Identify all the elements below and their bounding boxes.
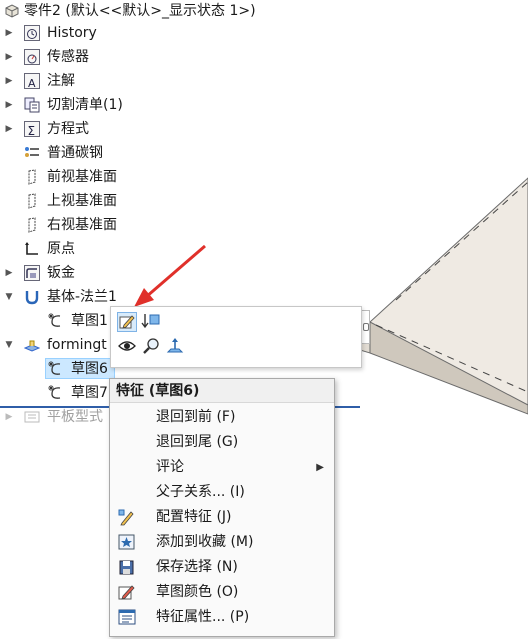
eye-icon [118,341,136,351]
edit-sketch-button[interactable] [117,312,137,332]
configure-icon [118,509,136,526]
menu-item-save-selection[interactable]: 保存选择 (N) [110,555,334,580]
menu-item-label: 配置特征 (J) [156,509,232,525]
menu-item-rollback-previous[interactable]: 退回到前 (F) [110,405,334,430]
menu-item-label: 父子关系... (I) [156,484,245,500]
menu-item-label: 评论 [156,459,184,475]
sketch-color-icon [118,584,136,601]
save-selection-icon [118,559,136,576]
zoom-icon [143,338,159,354]
menu-item-label: 退回到前 (F) [156,409,236,425]
menu-item-label: 添加到收藏 (M) [156,534,254,550]
rollback-button[interactable] [141,312,161,332]
menu-item-sketch-color[interactable]: 草图颜色 (O) [110,580,334,605]
menu-item-feature-properties[interactable]: 特征属性... (P) [110,605,334,630]
edit-sketch-icon [119,315,135,329]
context-menu: 特征 (草图6) 退回到前 (F) 退回到尾 (G) 评论 ▶ 父子关系... … [109,378,335,637]
menu-item-label: 草图颜色 (O) [156,584,239,600]
normal-to-button[interactable] [165,337,185,357]
hide-show-button[interactable] [117,337,137,357]
menu-item-label: 特征属性... (P) [156,609,250,625]
zoom-to-selection-button[interactable] [141,337,161,357]
normal-to-icon [166,338,184,353]
menu-item-add-favorite[interactable]: 添加到收藏 (M) [110,530,334,555]
favorite-star-icon [118,534,136,551]
context-toolbar [110,306,362,368]
properties-icon [118,609,136,626]
menu-item-comment[interactable]: 评论 ▶ [110,455,334,480]
context-menu-title: 特征 (草图6) [110,379,334,403]
menu-item-label: 保存选择 (N) [156,559,238,575]
menu-item-configure-feature[interactable]: 配置特征 (J) [110,505,334,530]
rollback-icon [141,314,160,329]
submenu-arrow-icon: ▶ [316,462,324,473]
menu-item-label: 退回到尾 (G) [156,434,239,450]
menu-item-rollback-end[interactable]: 退回到尾 (G) [110,430,334,455]
menu-item-parent-child[interactable]: 父子关系... (I) [110,480,334,505]
